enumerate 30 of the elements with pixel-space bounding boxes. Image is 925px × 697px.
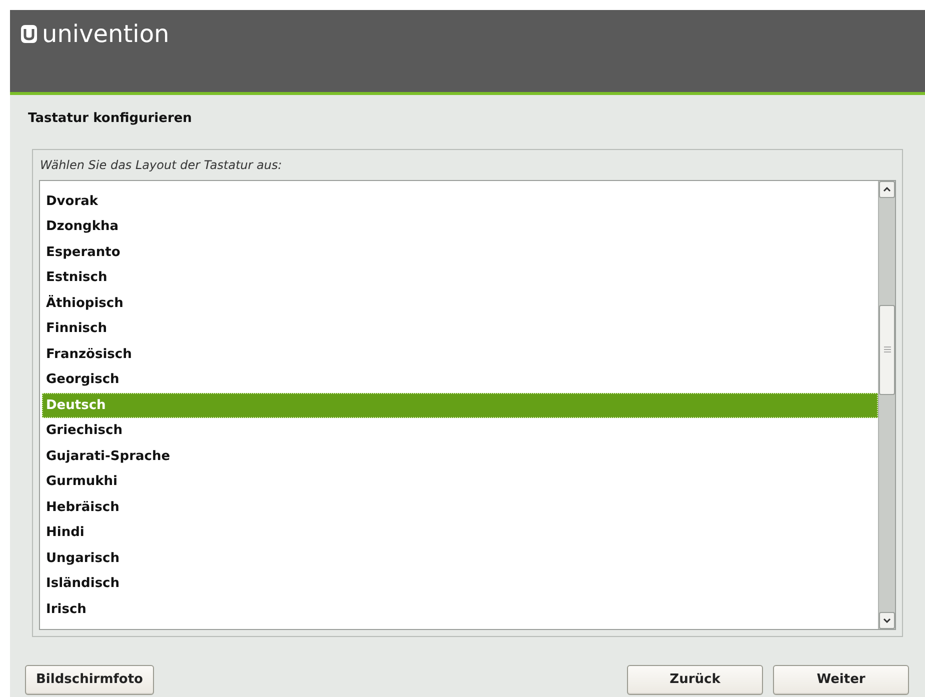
- nav-button[interactable]: Weiter: [773, 664, 909, 694]
- scroll-up-button[interactable]: [879, 180, 895, 198]
- grip-icon: [884, 346, 890, 353]
- logo-text: univention: [42, 22, 170, 46]
- list-item[interactable]: Gujarati-Sprache: [42, 444, 878, 469]
- list-item[interactable]: Hindi: [42, 520, 878, 546]
- scroll-down-button[interactable]: [879, 612, 895, 628]
- list-item[interactable]: Estnisch: [42, 265, 878, 290]
- list-item[interactable]: Irisch: [42, 596, 878, 622]
- list-item[interactable]: Griechisch: [42, 418, 878, 444]
- caret-down-icon: [883, 618, 891, 622]
- list-item[interactable]: Georgisch: [42, 367, 878, 392]
- list-item[interactable]: Gurmukhi: [42, 469, 878, 494]
- caret-up-icon: [883, 186, 891, 192]
- list-item[interactable]: Isländisch: [42, 571, 878, 596]
- list-item[interactable]: Französisch: [42, 342, 878, 367]
- screenshot-button[interactable]: Bildschirmfoto: [25, 664, 154, 694]
- page-title: Tastatur konfigurieren: [28, 110, 193, 128]
- list-item[interactable]: Dzongkha: [42, 214, 878, 240]
- list-item[interactable]: Dvorak: [42, 188, 878, 214]
- logo-icon: [20, 24, 38, 44]
- list-item[interactable]: Äthiopisch: [42, 290, 878, 316]
- list-item[interactable]: Hebräisch: [42, 494, 878, 520]
- scroll-thumb[interactable]: [879, 304, 895, 394]
- prompt-text: Wählen Sie das Layout der Tastatur aus:: [39, 156, 283, 174]
- list-item[interactable]: Finnisch: [42, 316, 878, 342]
- list-item[interactable]: Ungarisch: [42, 546, 878, 571]
- list-item[interactable]: Esperanto: [42, 240, 878, 265]
- nav-button[interactable]: Zurück: [627, 664, 763, 694]
- scrollbar[interactable]: [878, 180, 895, 628]
